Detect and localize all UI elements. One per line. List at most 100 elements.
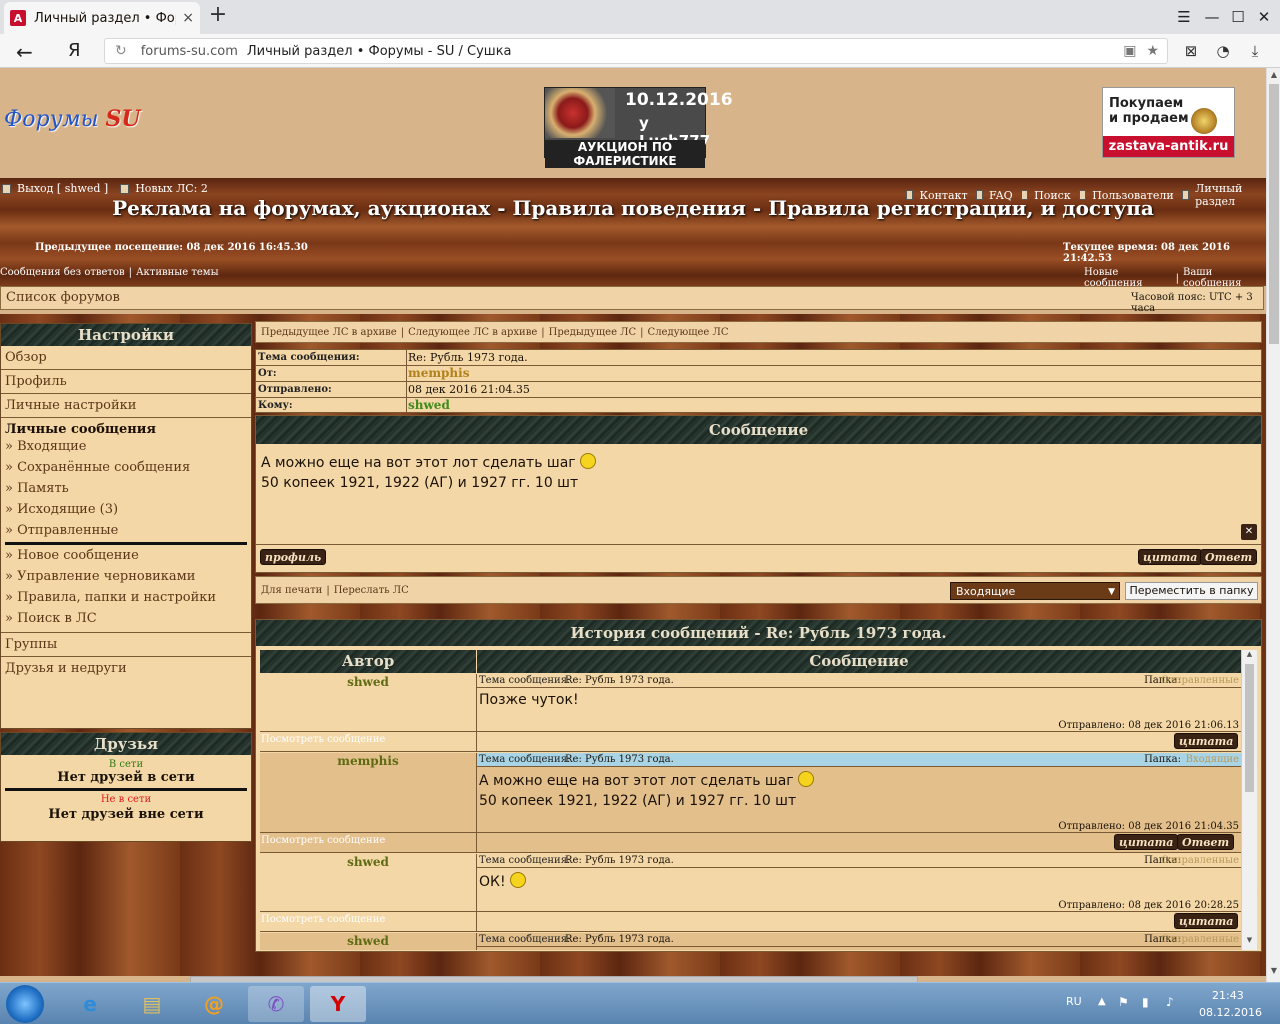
row-divider <box>260 731 1241 732</box>
view-message-link[interactable]: Посмотреть сообщение <box>261 914 385 925</box>
forward-link[interactable]: Переслать ЛС <box>334 585 409 596</box>
move-to-folder-button[interactable]: Переместить в папку <box>1125 582 1258 600</box>
next-pm-link[interactable]: Следующее ЛС <box>648 327 729 338</box>
banner-date: 10.12.2016 <box>625 90 733 110</box>
scroll-thumb[interactable] <box>1245 664 1254 792</box>
viber-taskbar-icon[interactable]: ✆ <box>248 986 304 1022</box>
history-quote-button[interactable]: цитата <box>1174 733 1239 749</box>
yandex-home-button[interactable]: Я <box>68 40 81 61</box>
banner-caption: АУКЦИОН ПО ФАЛЕРИСТИКЕ <box>545 140 705 168</box>
clock-date[interactable]: 08.12.2016 <box>1199 1006 1262 1019</box>
history-subject: Re: Рубль 1973 года. <box>565 934 674 945</box>
logo-accent: SU <box>105 106 141 132</box>
sidebar-item-saved[interactable]: » Сохранённые сообщения <box>1 456 251 479</box>
language-indicator[interactable]: RU <box>1066 995 1082 1008</box>
forum-index-link[interactable]: Список форумов <box>6 290 120 305</box>
rules-line[interactable]: Реклама на форумах, аукционах - Правила … <box>0 196 1266 220</box>
bookmark-star-icon[interactable]: ★ <box>1146 43 1159 59</box>
history-author-link[interactable]: shwed <box>260 855 476 869</box>
to-label: Кому: <box>258 400 293 411</box>
history-scrollbar[interactable]: ▲ ▼ <box>1241 650 1257 950</box>
close-window-button[interactable]: ✕ <box>1252 6 1276 28</box>
antique-banner[interactable]: Покупаем и продаем zastava-antik.ru <box>1102 87 1235 158</box>
sidebar-item-memory[interactable]: » Память <box>1 479 251 498</box>
history-row: shwed Тема сообщения: Re: Рубль 1973 года.… <box>260 854 1241 932</box>
tray-flag-icon[interactable]: ⚑ <box>1118 995 1129 1009</box>
sidebar-item-prefs[interactable]: Личные настройки <box>1 394 251 417</box>
sidebar-item-overview[interactable]: Обзор <box>1 346 251 369</box>
pm-navigation: Предыдущее ЛС в архиве | Следующее ЛС в а… <box>255 321 1262 343</box>
history-quote-button[interactable]: цитата <box>1114 834 1179 850</box>
current-time: Текущее время: 08 дек 2016 21:42.53 <box>1063 242 1230 264</box>
view-message-link[interactable]: Посмотреть сообщение <box>261 835 385 846</box>
history-author-link[interactable]: shwed <box>260 934 476 948</box>
sidebar-item-compose[interactable]: » Новое сообщение <box>1 545 251 566</box>
clock-time[interactable]: 21:43 <box>1212 989 1244 1002</box>
from-user-link[interactable]: memphis <box>408 366 469 380</box>
sidebar-item-rules[interactable]: » Правила, папки и настройки <box>1 587 251 608</box>
explorer-taskbar-icon[interactable]: ▤ <box>124 986 180 1022</box>
tab-close-icon[interactable]: × <box>182 10 194 26</box>
scroll-up-icon[interactable]: ▲ <box>1242 650 1257 662</box>
new-tab-button[interactable]: + <box>206 4 230 28</box>
history-quote-button[interactable]: цитата <box>1174 913 1239 929</box>
reply-button[interactable]: Ответ <box>1200 549 1258 565</box>
logout-link[interactable]: Выход [ shwed ] <box>17 182 108 195</box>
scroll-down-icon[interactable]: ▼ <box>1267 966 1280 980</box>
back-button[interactable]: ← <box>16 40 33 64</box>
folder-select[interactable]: Входящие ▼ <box>950 582 1120 600</box>
unanswered-link[interactable]: Сообщения без ответов <box>0 267 125 278</box>
sidebar-item-profile[interactable]: Профиль <box>1 370 251 393</box>
report-icon[interactable]: ✕ <box>1241 524 1257 540</box>
active-topics-link[interactable]: Активные темы <box>136 267 219 278</box>
sidebar-item-search[interactable]: » Поиск в ЛС <box>1 608 251 632</box>
quote-button[interactable]: цитата <box>1138 549 1203 565</box>
downloads-icon[interactable]: ⤓ <box>1244 40 1266 62</box>
scroll-down-icon[interactable]: ▼ <box>1242 936 1257 948</box>
pm-actions: Для печати | Переслать ЛС Входящие ▼ Пер… <box>255 576 1262 604</box>
sidebar-item-sent[interactable]: » Отправленные <box>1 521 251 542</box>
turbo-icon[interactable]: ◔ <box>1212 40 1234 62</box>
sidebar-item-drafts[interactable]: » Управление черновиками <box>1 566 251 587</box>
mail-taskbar-icon[interactable]: @ <box>186 986 242 1022</box>
history-reply-button[interactable]: Ответ <box>1177 834 1235 850</box>
view-message-link[interactable]: Посмотреть сообщение <box>261 734 385 745</box>
scroll-up-icon[interactable]: ▲ <box>1267 70 1280 84</box>
friends-title: Друзья <box>1 733 251 755</box>
next-archive-link[interactable]: Следующее ЛС в архиве <box>408 327 537 338</box>
history-author-link[interactable]: shwed <box>260 675 476 689</box>
history-text-1: Позже чуток! <box>479 692 579 708</box>
page-scrollbar[interactable]: ▲ ▼ <box>1266 68 1280 982</box>
maximize-button[interactable]: ☐ <box>1226 6 1250 28</box>
tray-arrow-icon[interactable]: ▲ <box>1098 996 1106 1007</box>
scroll-thumb[interactable] <box>1269 84 1279 344</box>
sidebar-item-outbox[interactable]: » Исходящие (3) <box>1 498 251 521</box>
history-author-link[interactable]: memphis <box>260 754 476 768</box>
print-link[interactable]: Для печати <box>261 585 322 596</box>
sidebar-item-friends[interactable]: Друзья и недруги <box>1 657 251 680</box>
yandex-browser-taskbar-icon[interactable]: Y <box>310 986 366 1022</box>
sidebar-item-inbox[interactable]: » Входящие <box>1 437 251 456</box>
sidebar-item-groups[interactable]: Группы <box>1 633 251 656</box>
tray-network-icon[interactable]: ▮ <box>1142 995 1149 1009</box>
prev-pm-link[interactable]: Предыдущее ЛС <box>549 327 637 338</box>
address-bar[interactable]: ↻ forums-su.com Личный раздел • Форумы -… <box>104 38 1168 64</box>
minimize-button[interactable]: — <box>1200 6 1224 28</box>
extension-icon[interactable]: ⊠ <box>1180 40 1202 62</box>
history-subject: Re: Рубль 1973 года. <box>565 675 674 686</box>
auction-banner[interactable]: 10.12.2016 y Luch777 АУКЦИОН ПО ФАЛЕРИСТ… <box>544 87 733 168</box>
ie-taskbar-icon[interactable]: e <box>62 986 118 1022</box>
history-text-1: А можно еще на вот этот лот сделать шаг <box>479 771 815 789</box>
tray-volume-icon[interactable]: ♪ <box>1166 995 1174 1009</box>
start-button[interactable] <box>6 985 44 1023</box>
new-pm-link[interactable]: Новых ЛС: 2 <box>135 182 208 195</box>
browser-tab[interactable]: A Личный раздел • Форумы × <box>4 2 200 34</box>
prev-archive-link[interactable]: Предыдущее ЛС в архиве <box>261 327 397 338</box>
lock-icon[interactable]: ▣ <box>1123 43 1136 59</box>
logout-icon <box>2 183 11 194</box>
browser-menu-icon[interactable]: ☰ <box>1172 6 1196 28</box>
site-logo[interactable]: Форумы SU <box>4 106 141 132</box>
reload-icon[interactable]: ↻ <box>115 43 127 59</box>
profile-button[interactable]: профиль <box>260 549 327 565</box>
to-user-link[interactable]: shwed <box>408 398 450 412</box>
